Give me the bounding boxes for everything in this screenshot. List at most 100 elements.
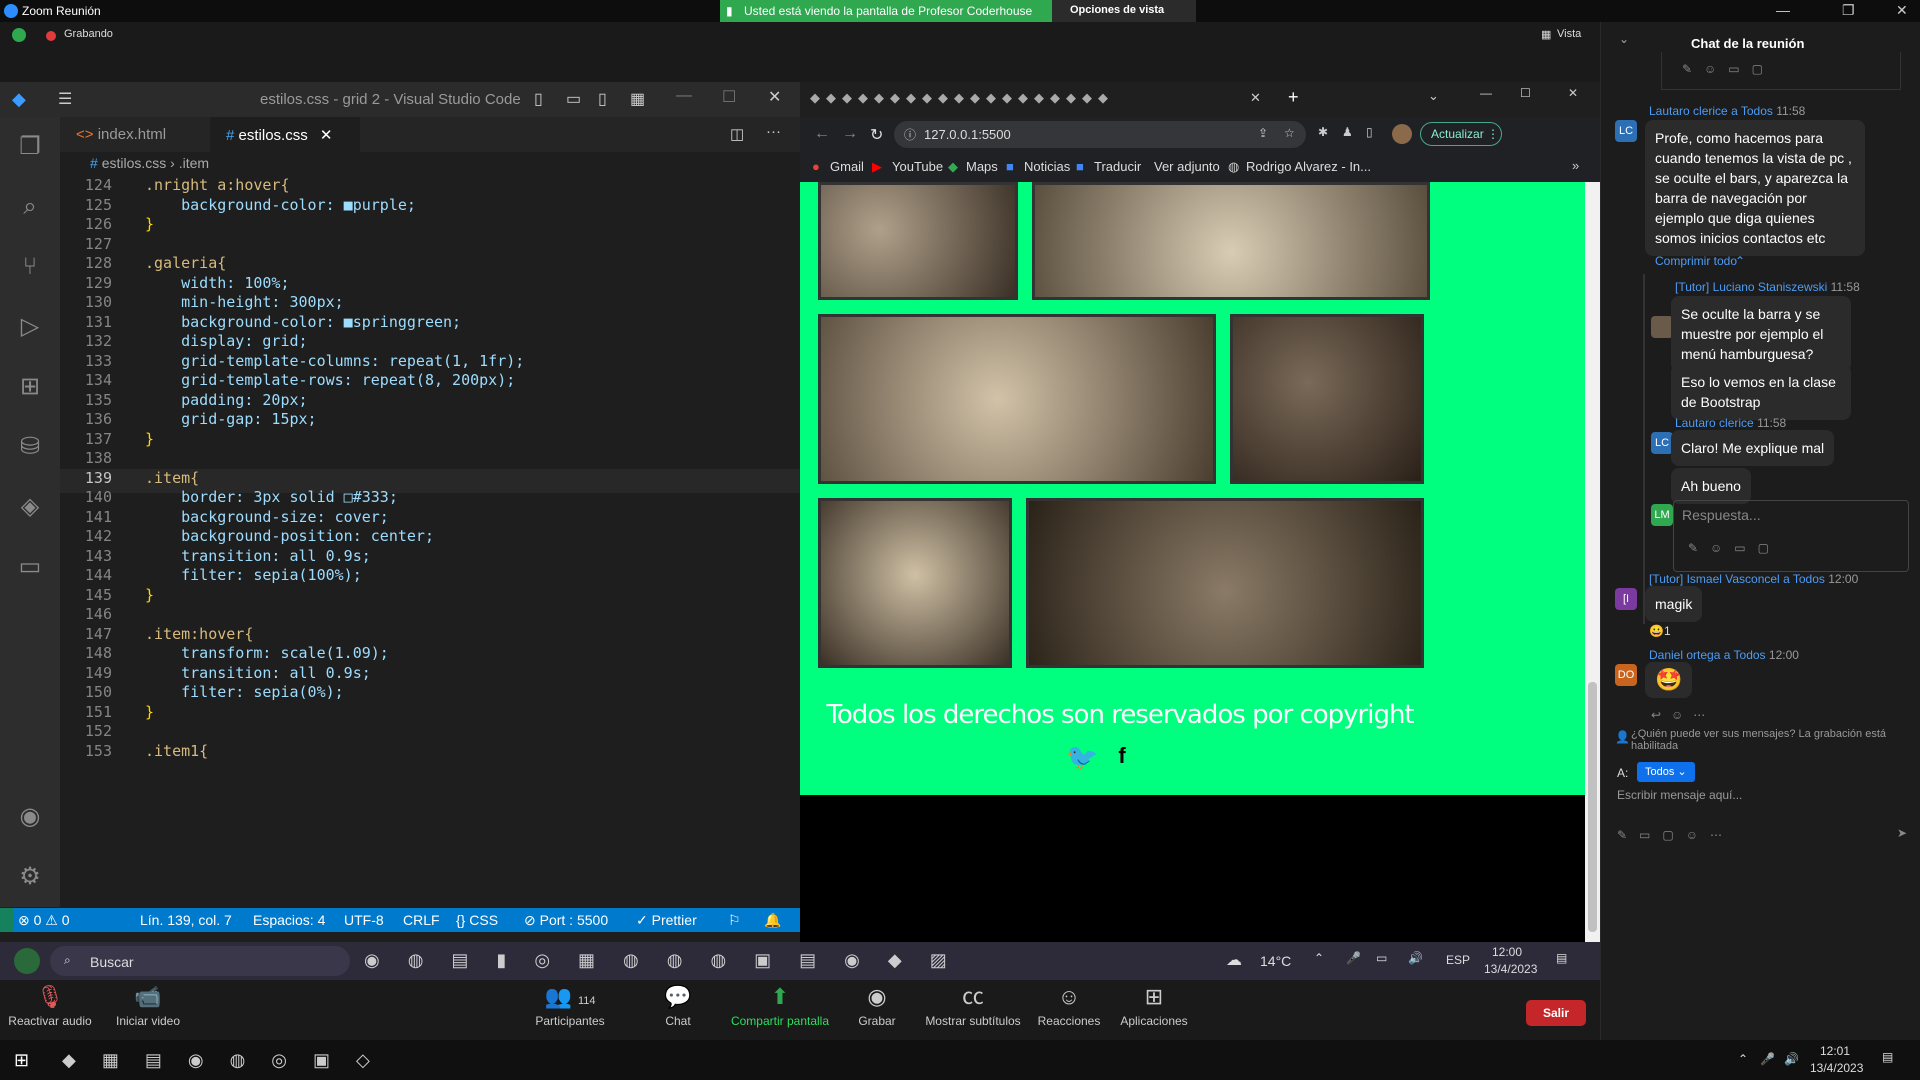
message-bubble[interactable]: Se oculte la barra y se muestre por ejem… (1671, 296, 1851, 372)
tray-chevron-icon[interactable]: ⌃ (1314, 951, 1324, 965)
customize-layout-icon[interactable]: ▦ (630, 89, 645, 109)
participants-button[interactable]: 👥 114 Participantes (520, 980, 620, 1028)
explorer-icon[interactable]: ❐ (14, 131, 46, 163)
close-icon[interactable]: ✕ (1896, 2, 1908, 19)
extensions-icon[interactable]: ⊞ (14, 371, 46, 403)
message-bubble[interactable]: 🤩 (1645, 662, 1693, 698)
view-options-dropdown[interactable]: Opciones de vista ⌄ (1052, 0, 1196, 29)
sender-name[interactable]: Lautaro clerice (1649, 104, 1728, 118)
more-bookmarks-icon[interactable]: » (1572, 158, 1579, 173)
remote-indicator[interactable] (0, 908, 14, 932)
taskbar-search[interactable]: ⌕ Buscar (50, 946, 350, 976)
menu-icon[interactable]: ☰ (58, 89, 72, 109)
breadcrumb-file[interactable]: estilos.css (102, 155, 167, 171)
reaction-badge[interactable]: 😀1 (1649, 624, 1671, 638)
bookmark-gmail[interactable]: Gmail (830, 159, 864, 174)
windows-time[interactable]: 12:01 (1820, 1044, 1850, 1058)
collapse-chat-icon[interactable]: ⌄ (1619, 32, 1629, 46)
notifications-icon[interactable]: ▤ (1556, 951, 1567, 965)
leave-button[interactable]: Salir (1526, 1000, 1586, 1026)
chat-input[interactable]: Escribir mensaje aquí... (1617, 788, 1742, 802)
send-icon[interactable]: ➤ (1897, 826, 1907, 840)
maximize-icon[interactable]: ☐ (722, 87, 736, 107)
message-bubble[interactable]: Claro! Me explique mal (1671, 430, 1835, 466)
taskbar-time[interactable]: 12:00 (1492, 945, 1522, 959)
view-button[interactable]: Vista (1557, 28, 1581, 40)
status-prettier[interactable]: ✓ Prettier (636, 912, 697, 929)
status-port[interactable]: ⊘ Port : 5500 (524, 912, 608, 929)
sender-name[interactable]: [Tutor] Ismael Vasconcel (1649, 572, 1780, 586)
update-button[interactable]: Actualizar ⋮ (1420, 122, 1502, 146)
split-editor-icon[interactable]: ◫ (730, 125, 744, 143)
tab-index-html[interactable]: <> index.html (60, 117, 210, 152)
bookmark-traducir[interactable]: Traducir (1094, 159, 1141, 174)
sender-name[interactable]: Daniel ortega (1649, 648, 1720, 662)
tab-estilos-css[interactable]: # estilos.css ✕ (210, 117, 360, 152)
reply-format-icons[interactable]: ✎☺▭▢ (1688, 541, 1781, 555)
reload-icon[interactable]: ↻ (870, 125, 883, 145)
scrollbar-thumb[interactable] (1588, 682, 1597, 932)
close-icon[interactable]: ✕ (768, 87, 781, 107)
extension-icon[interactable]: ♟ (1342, 125, 1353, 139)
volume-icon[interactable]: 🔊 (1784, 1052, 1799, 1066)
remote-explorer-icon[interactable]: ▭ (14, 551, 46, 583)
toggle-secondary-sidebar-icon[interactable]: ▯ (598, 89, 607, 109)
gallery-item-oranges[interactable] (818, 314, 1216, 484)
message-actions[interactable]: ↩☺⋯ (1651, 708, 1715, 722)
message-bubble[interactable]: Ah bueno (1671, 468, 1751, 504)
status-position[interactable]: Lín. 139, col. 7 (140, 912, 232, 928)
bell-icon[interactable]: 🔔 (764, 912, 781, 929)
show-captions-button[interactable]: ㏄ Mostrar subtítulos (918, 980, 1028, 1028)
grid-view-icon[interactable]: ▦ (1541, 28, 1551, 41)
instagram-icon[interactable] (1148, 742, 1174, 768)
status-spaces[interactable]: Espacios: 4 (253, 912, 325, 928)
extensions-icon[interactable]: ✱ (1318, 125, 1328, 139)
record-button[interactable]: ◉ Grabar (852, 980, 902, 1028)
restore-icon[interactable]: ❐ (1842, 2, 1855, 19)
sender-name[interactable]: [Tutor] Luciano Staniszewski (1675, 280, 1827, 294)
start-video-button[interactable]: 📹 Iniciar video (104, 980, 192, 1028)
status-encoding[interactable]: UTF-8 (344, 912, 384, 928)
tray-chevron-icon[interactable]: ⌃ (1738, 1052, 1748, 1066)
back-icon[interactable]: ← (814, 125, 830, 143)
collapse-all-link[interactable]: Comprimir todo (1655, 254, 1737, 268)
language-indicator[interactable]: ESP (1446, 953, 1470, 967)
forward-icon[interactable]: → (842, 125, 858, 143)
windows-app-icons[interactable]: ◆▦▤◉◍◎▣◇ (62, 1050, 442, 1072)
breadcrumb-symbol[interactable]: .item (179, 155, 209, 171)
sender-name[interactable]: Lautaro clerice (1675, 416, 1754, 430)
minimize-icon[interactable]: — (676, 87, 692, 105)
message-bubble[interactable]: magik (1645, 586, 1703, 622)
privacy-note[interactable]: ¿Quién puede ver sus mensajes? La grabac… (1631, 728, 1911, 752)
address-bar[interactable]: ⓘ 127.0.0.1:5500 ⇪ ☆ (894, 121, 1306, 148)
layers-icon[interactable]: ◈ (14, 491, 46, 523)
taskbar-app-icons[interactable]: ◉◍▤▮◎▦◍◍◍▣▤◉◆▨ (364, 950, 1044, 974)
toggle-sidebar-icon[interactable]: ▯ (534, 89, 543, 109)
bookmark-maps[interactable]: Maps (966, 159, 998, 174)
settings-gear-icon[interactable]: ⚙ (14, 861, 46, 893)
weather-temp[interactable]: 14°C (1260, 953, 1291, 969)
close-icon[interactable]: ✕ (1568, 86, 1578, 100)
windows-start-icon[interactable]: ⊞ (14, 1050, 29, 1071)
status-language[interactable]: {} CSS (456, 912, 498, 928)
bookmark-ver-adjunto[interactable]: Ver adjunto (1154, 159, 1220, 174)
share-screen-button[interactable]: ⬆ Compartir pantalla (720, 980, 840, 1028)
bookmark-star-icon[interactable]: ☆ (1284, 126, 1295, 140)
bookmark-youtube[interactable]: YouTube (892, 159, 943, 174)
volume-icon[interactable]: 🔊 (1408, 951, 1423, 965)
taskbar-date[interactable]: 13/4/2023 (1484, 962, 1537, 976)
maximize-icon[interactable]: ☐ (1520, 86, 1531, 100)
new-tab-icon[interactable]: + (1288, 87, 1299, 108)
notifications-icon[interactable]: ▤ (1882, 1050, 1893, 1064)
message-bubble[interactable]: Eso lo vemos en la clase de Bootstrap (1671, 364, 1851, 420)
source-control-icon[interactable]: ⑂ (14, 251, 46, 283)
minimize-icon[interactable]: — (1776, 2, 1790, 18)
account-icon[interactable]: ◉ (14, 801, 46, 833)
reactions-button[interactable]: ☺ Reacciones (1034, 980, 1104, 1028)
close-tab-icon[interactable]: ✕ (1250, 90, 1261, 106)
share-icon[interactable]: ⇪ (1258, 126, 1268, 140)
tab-favicons[interactable]: ◆◆◆◆◆◆◆◆◆◆◆◆◆◆◆◆◆◆◆ (810, 90, 1260, 110)
chat-format-icons[interactable]: ✎▭▢☺⋯ (1617, 828, 1734, 842)
search-icon[interactable]: ⌕ (14, 191, 46, 223)
close-tab-icon[interactable]: ✕ (320, 127, 333, 144)
